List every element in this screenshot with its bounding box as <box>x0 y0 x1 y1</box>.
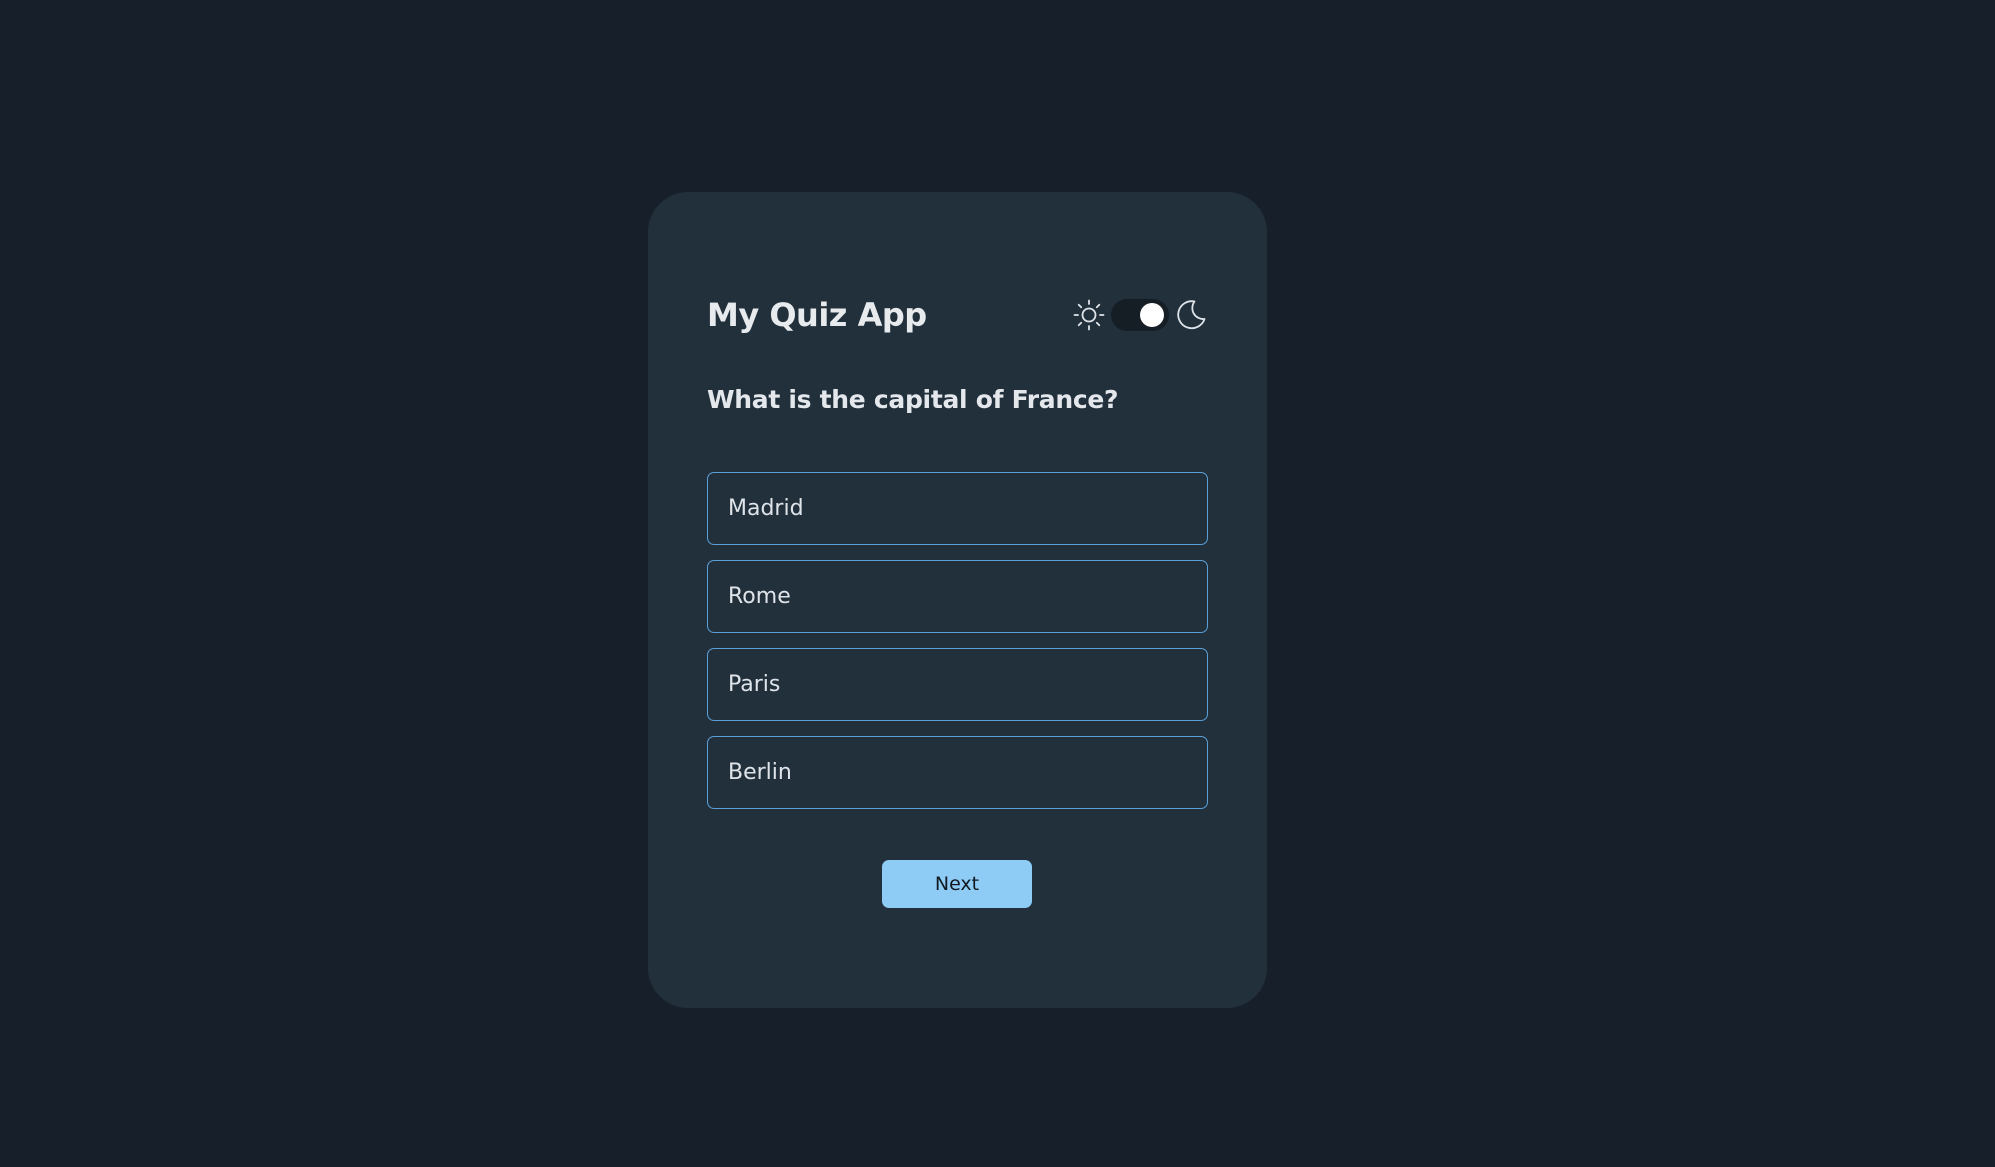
answer-option-madrid[interactable]: Madrid <box>707 472 1208 545</box>
quiz-header: My Quiz App <box>707 290 1208 340</box>
next-button[interactable]: Next <box>882 860 1032 908</box>
toggle-knob <box>1140 303 1164 327</box>
answer-option-berlin[interactable]: Berlin <box>707 736 1208 809</box>
question-text: What is the capital of France? <box>707 385 1119 414</box>
sun-icon <box>1072 298 1106 332</box>
theme-toggle-group <box>1072 290 1208 340</box>
app-title: My Quiz App <box>707 296 927 334</box>
quiz-card: My Quiz App What is the capital of Franc… <box>648 192 1267 1008</box>
answer-options: Madrid Rome Paris Berlin <box>707 472 1208 824</box>
answer-option-rome[interactable]: Rome <box>707 560 1208 633</box>
theme-toggle-switch[interactable] <box>1111 299 1169 331</box>
answer-option-paris[interactable]: Paris <box>707 648 1208 721</box>
moon-icon <box>1174 298 1208 332</box>
